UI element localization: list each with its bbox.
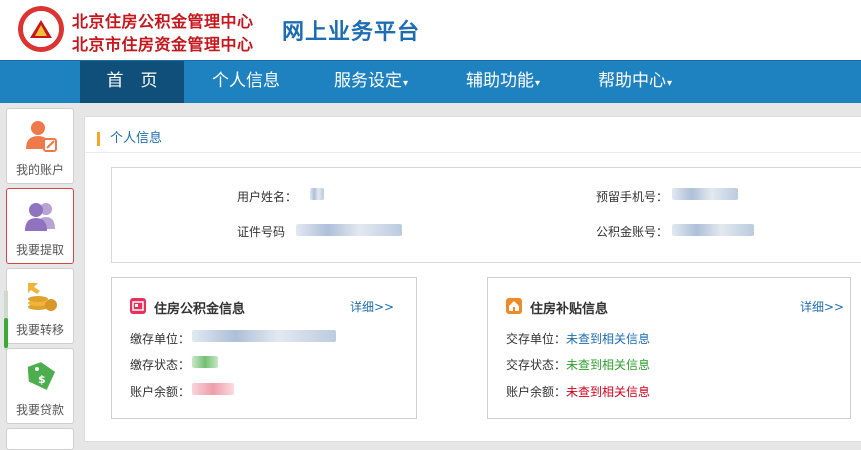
nav-personal-info[interactable]: 个人信息 bbox=[212, 61, 280, 103]
fund-unit-label: 缴存单位： bbox=[130, 332, 191, 346]
chevron-down-icon: ▾ bbox=[667, 78, 673, 89]
header: 北京住房公积金管理中心 北京市住房资金管理中心 网上业务平台 bbox=[0, 0, 861, 60]
fund-status-value-redacted bbox=[192, 356, 218, 368]
fund-account-value-redacted bbox=[672, 224, 754, 236]
coins-transfer-icon bbox=[28, 283, 57, 311]
id-number-value-redacted bbox=[296, 224, 402, 236]
nav-help-center[interactable]: 帮助中心▾ bbox=[598, 61, 672, 103]
user-name-label: 用户姓名： bbox=[237, 190, 298, 204]
sidebar-item-label: 我要贷款 bbox=[15, 403, 64, 417]
logo bbox=[18, 6, 64, 52]
house-icon bbox=[506, 298, 522, 314]
subsidy-unit-value: 未查到相关信息 bbox=[566, 332, 651, 346]
nav-service-settings-label: 服务设定 bbox=[334, 71, 402, 91]
fund-details-link[interactable]: 详细>> bbox=[350, 298, 394, 315]
fund-info-icon bbox=[130, 298, 146, 314]
user-name-value-redacted bbox=[310, 188, 324, 200]
main-panel: 个人信息 用户姓名： 证件号码 预留手机号： 公积金账号： 住房公积金信息 详细… bbox=[84, 116, 861, 442]
money-tag-icon: $ bbox=[27, 362, 56, 390]
housing-subsidy-card: 住房补贴信息 详细>> 交存单位： 未查到相关信息 交存状态： 未查到相关信息 … bbox=[487, 277, 851, 419]
nav-aux-functions[interactable]: 辅助功能▾ bbox=[466, 61, 540, 103]
nav-aux-functions-label: 辅助功能 bbox=[466, 71, 534, 91]
sidebar-item-label: 我要转移 bbox=[15, 323, 64, 337]
subsidy-balance-label: 账户余额： bbox=[506, 385, 567, 399]
org-name-line2: 北京市住房资金管理中心 bbox=[72, 35, 254, 54]
fund-status-label: 缴存状态： bbox=[130, 358, 191, 372]
fund-balance-value-redacted bbox=[192, 383, 234, 395]
subsidy-balance-value: 未查到相关信息 bbox=[566, 385, 651, 399]
sidebar-item-my-account[interactable]: 我的账户 bbox=[6, 108, 74, 184]
fund-balance-label: 账户余额： bbox=[130, 385, 191, 399]
fund-account-label: 公积金账号： bbox=[596, 225, 669, 239]
fund-unit-value-redacted bbox=[192, 330, 336, 342]
subsidy-unit-label: 交存单位： bbox=[506, 332, 567, 346]
logo-emblem-icon bbox=[30, 20, 52, 38]
nav-help-center-label: 帮助中心 bbox=[598, 71, 666, 91]
users-icon bbox=[25, 203, 55, 231]
nav-service-settings[interactable]: 服务设定▾ bbox=[334, 61, 408, 103]
subsidy-details-link[interactable]: 详细>> bbox=[800, 298, 844, 315]
phone-value-redacted bbox=[672, 188, 738, 200]
personal-info-box: 用户姓名： 证件号码 预留手机号： 公积金账号： bbox=[111, 167, 861, 263]
fund-card-title: 住房公积金信息 bbox=[154, 302, 246, 317]
id-number-label: 证件号码 bbox=[237, 225, 286, 239]
phone-label: 预留手机号： bbox=[596, 190, 669, 204]
sidebar-item-withdraw[interactable]: 我要提取 bbox=[6, 188, 74, 264]
sidebar-scrollbar-thumb[interactable] bbox=[4, 318, 8, 348]
chevron-down-icon: ▾ bbox=[403, 78, 409, 89]
platform-title: 网上业务平台 bbox=[282, 20, 421, 45]
subsidy-card-title: 住房补贴信息 bbox=[530, 302, 609, 317]
svg-text:$: $ bbox=[38, 373, 46, 386]
housing-fund-card: 住房公积金信息 详细>> 缴存单位： 缴存状态： 账户余额： bbox=[111, 277, 417, 419]
section-title: 个人信息 bbox=[97, 132, 162, 146]
sidebar-item-label: 我要提取 bbox=[15, 243, 64, 257]
org-name-line1: 北京住房公积金管理中心 bbox=[72, 12, 254, 31]
main-nav: 首 页 个人信息 服务设定▾ 辅助功能▾ 帮助中心▾ bbox=[0, 60, 861, 103]
sidebar-item-loan[interactable]: $ 我要贷款 bbox=[6, 348, 74, 424]
section-divider bbox=[85, 152, 861, 153]
nav-home[interactable]: 首 页 bbox=[80, 61, 184, 103]
user-edit-icon bbox=[26, 121, 57, 152]
sidebar-item-transfer[interactable]: 我要转移 bbox=[6, 268, 74, 344]
sidebar-item-label: 我的账户 bbox=[15, 163, 64, 177]
chevron-down-icon: ▾ bbox=[535, 78, 541, 89]
subsidy-status-value: 未查到相关信息 bbox=[566, 358, 651, 372]
subsidy-status-label: 交存状态： bbox=[506, 358, 567, 372]
sidebar-item-more[interactable] bbox=[6, 428, 74, 450]
